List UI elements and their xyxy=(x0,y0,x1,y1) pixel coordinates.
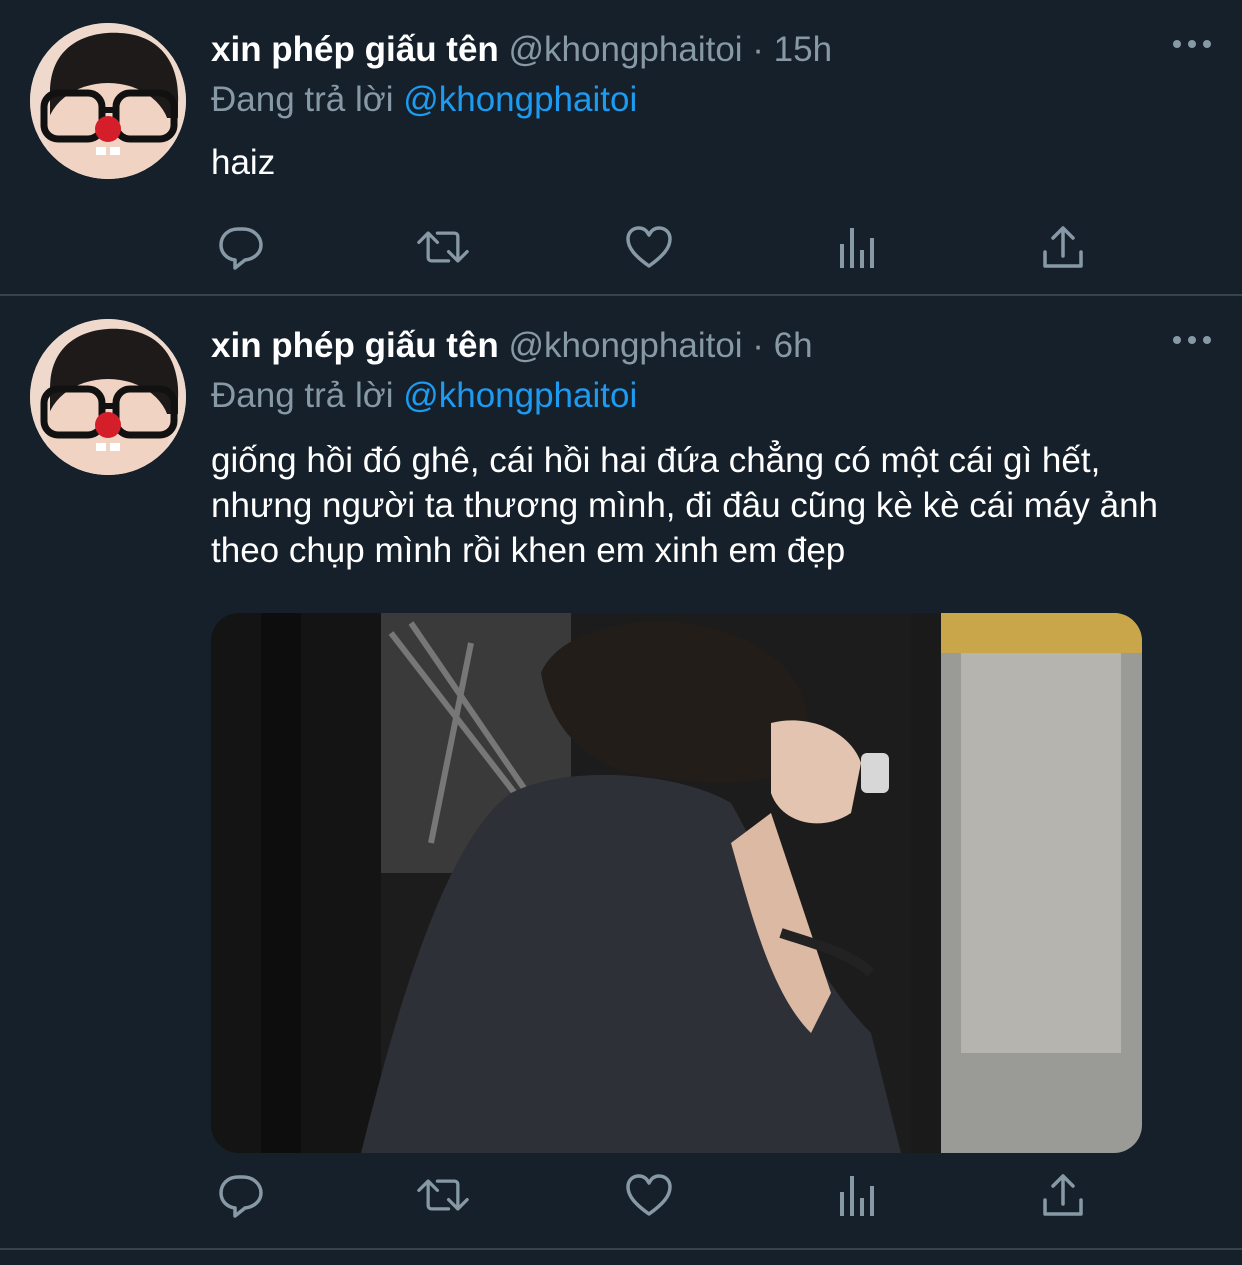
separator-dot: · xyxy=(742,326,774,365)
separator-dot: · xyxy=(742,30,774,69)
reply-icon[interactable] xyxy=(215,222,267,272)
tweet-header: xin phép giấu tên @khongphaitoi · 6h xyxy=(211,324,1212,368)
replying-to: Đang trả lời @khongphaitoi xyxy=(211,78,1212,122)
timestamp[interactable]: 6h xyxy=(774,326,813,365)
photo[interactable] xyxy=(211,613,1142,1153)
replying-prefix: Đang trả lời xyxy=(211,376,404,415)
avatar[interactable] xyxy=(30,319,186,475)
mention-link[interactable]: @khongphaitoi xyxy=(403,80,637,119)
handle[interactable]: @khongphaitoi xyxy=(509,30,743,69)
views-icon[interactable] xyxy=(831,1170,883,1220)
reply-icon[interactable] xyxy=(215,1170,267,1220)
mention-link[interactable]: @khongphaitoi xyxy=(403,376,637,415)
more-icon[interactable] xyxy=(1172,320,1212,360)
retweet-icon[interactable] xyxy=(417,1170,469,1220)
avatar[interactable] xyxy=(30,23,186,179)
more-icon[interactable] xyxy=(1172,24,1212,64)
tweet-text: haiz xyxy=(211,143,276,182)
tweet-text: giống hồi đó ghê, cái hồi hai đứa chẳng … xyxy=(211,441,1159,570)
tweet-content: xin phép giấu tên @khongphaitoi · 6h Đan… xyxy=(211,324,1212,1153)
like-icon[interactable] xyxy=(623,222,675,272)
replying-prefix: Đang trả lời xyxy=(211,80,404,119)
tweet-content: xin phép giấu tên @khongphaitoi · 15h Đa… xyxy=(211,28,1212,185)
share-icon[interactable] xyxy=(1037,1170,1089,1220)
share-icon[interactable] xyxy=(1037,222,1089,272)
handle[interactable]: @khongphaitoi xyxy=(509,326,743,365)
tweet[interactable]: xin phép giấu tên @khongphaitoi · 6h Đan… xyxy=(0,296,1242,1250)
tweet-header: xin phép giấu tên @khongphaitoi · 15h xyxy=(211,28,1212,72)
tweet-actions xyxy=(211,222,1091,272)
replying-to: Đang trả lời @khongphaitoi xyxy=(211,374,1212,418)
views-icon[interactable] xyxy=(831,222,883,272)
retweet-icon[interactable] xyxy=(417,222,469,272)
tweet-actions xyxy=(211,1170,1091,1220)
display-name[interactable]: xin phép giấu tên xyxy=(211,30,499,69)
like-icon[interactable] xyxy=(623,1170,675,1220)
display-name[interactable]: xin phép giấu tên xyxy=(211,326,499,365)
tweet[interactable]: xin phép giấu tên @khongphaitoi · 15h Đa… xyxy=(0,0,1242,296)
timestamp[interactable]: 15h xyxy=(774,30,832,69)
